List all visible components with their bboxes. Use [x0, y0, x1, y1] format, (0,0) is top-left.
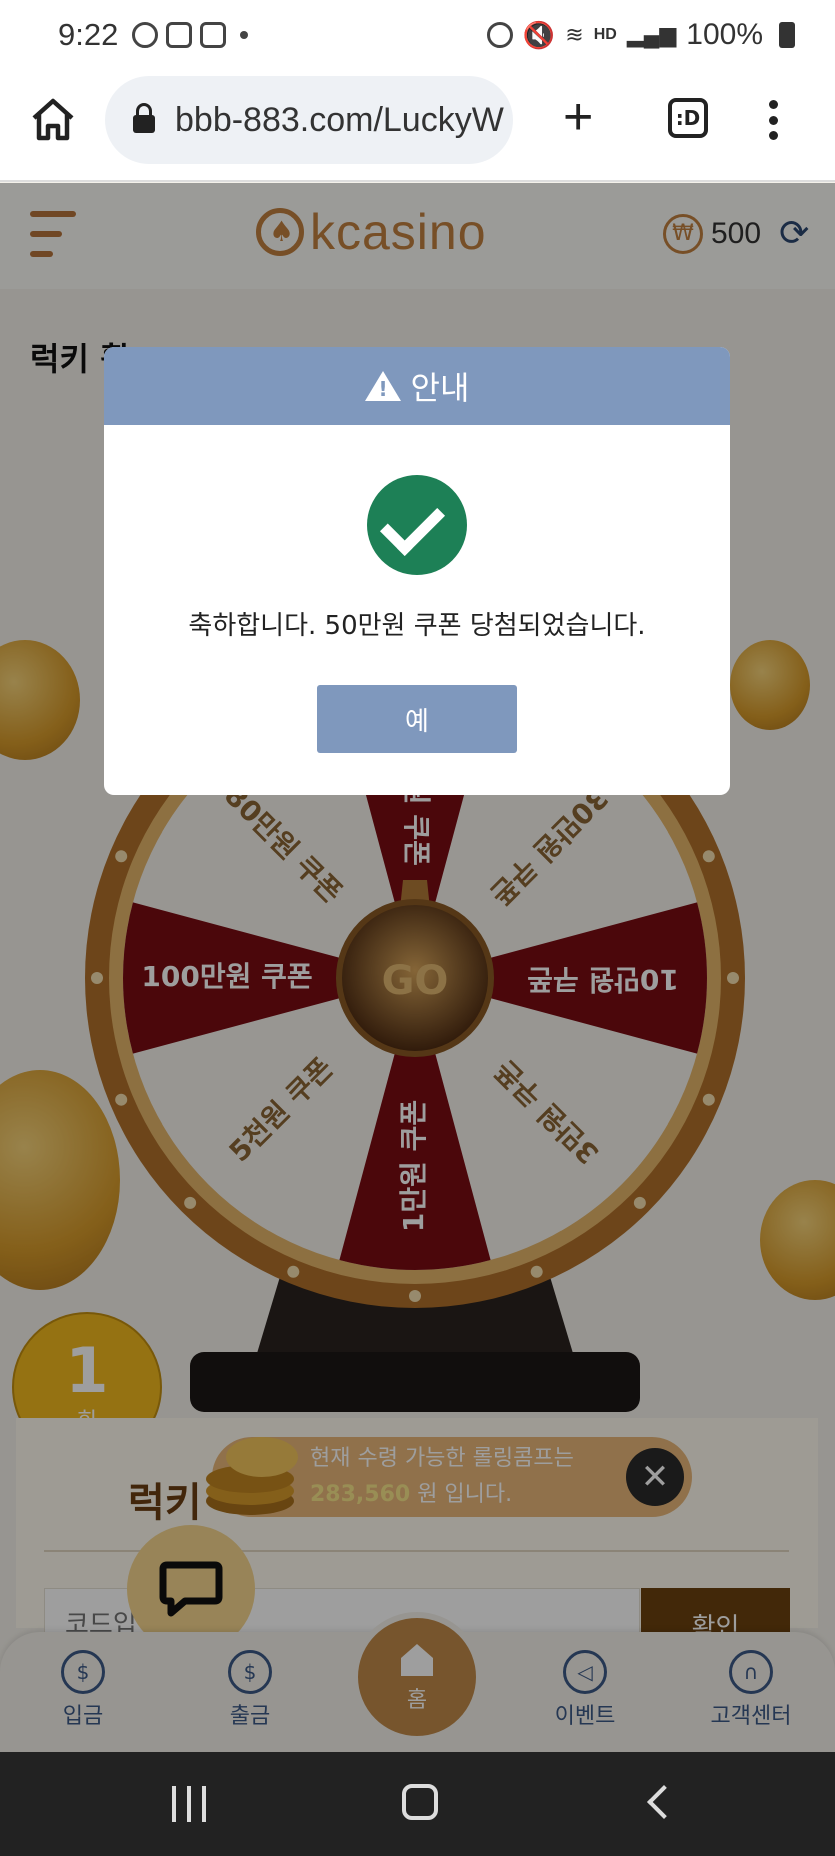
dialog-message: 축하합니다. 50만원 쿠폰 당첨되었습니다.	[188, 611, 646, 641]
system-home-icon[interactable]	[402, 1784, 438, 1820]
dialog-header: 안내	[104, 347, 730, 425]
url-text: bbb-883.com/LuckyW	[175, 100, 504, 139]
system-icons: 🔇 ≋ HD ▂▄▆ 100%	[486, 18, 795, 52]
home-icon[interactable]	[28, 94, 78, 144]
dialog-ok-button[interactable]: 예	[317, 685, 517, 753]
new-tab-icon[interactable]: +	[563, 91, 593, 143]
notice-dialog: 안내 축하합니다. 50만원 쿠폰 당첨되었습니다. 예	[104, 347, 730, 795]
gallery-icon	[166, 22, 193, 48]
notification-icons	[132, 22, 249, 48]
alarm-icon	[132, 22, 159, 48]
hd-voice-icon: HD	[593, 26, 617, 43]
status-time: 9:22	[58, 17, 119, 52]
browser-toolbar: bbb-883.com/LuckyW + :D	[0, 70, 835, 182]
tab-switcher-button[interactable]: :D	[668, 98, 708, 138]
app-notification-icon	[200, 22, 227, 48]
recent-apps-icon[interactable]	[172, 1786, 206, 1822]
warning-icon	[364, 371, 401, 401]
signal-icon: ▂▄▆	[626, 22, 677, 47]
address-bar[interactable]: bbb-883.com/LuckyW	[105, 76, 513, 164]
wifi-icon: ≋	[565, 22, 584, 47]
back-icon[interactable]	[647, 1785, 681, 1819]
dialog-title: 안내	[410, 369, 470, 407]
mute-icon: 🔇	[522, 19, 556, 50]
lock-icon	[133, 103, 155, 133]
system-navigation-bar	[0, 1752, 835, 1856]
battery-level: 100%	[686, 18, 763, 51]
alarm-icon	[486, 22, 513, 48]
success-check-icon	[367, 475, 467, 575]
browser-menu-icon[interactable]	[768, 100, 778, 140]
status-bar: 9:22 🔇 ≋ HD ▂▄▆ 100%	[0, 0, 835, 70]
more-notifications-icon	[240, 31, 249, 39]
battery-icon	[779, 22, 795, 48]
